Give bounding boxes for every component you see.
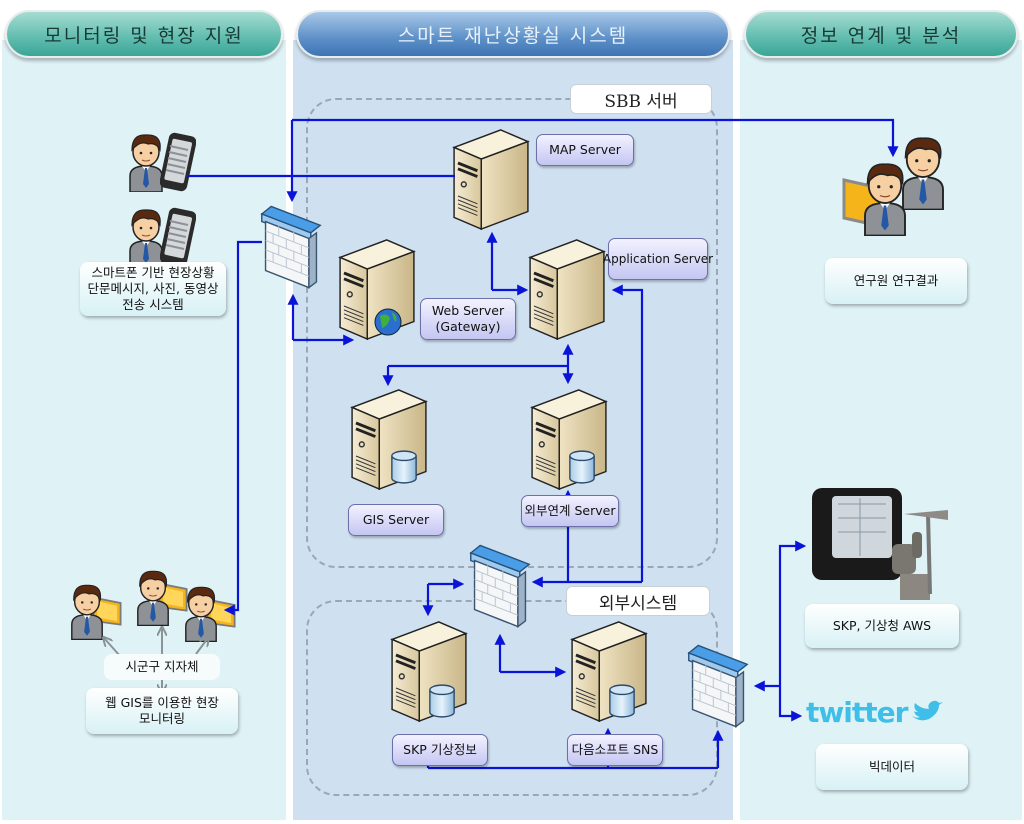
application-server-label: Application Server [603,238,713,280]
skp-weather-label: SKP 기상정보 [392,734,488,766]
external-link-server-label: 외부연계 Server [521,495,619,527]
researchers-icon [838,134,954,242]
smartphone-line3: 전송 시스템 [122,297,184,313]
twitter-bird-icon [911,700,944,720]
research-results-box: 연구원 연구결과 [825,258,967,304]
map-server-icon [452,128,530,234]
firewall-icon-right [685,642,751,734]
firewall-icon-center [467,542,533,634]
gis-server-label: GIS Server [348,504,444,536]
header-monitoring: 모니터링 및 현장 지원 [5,10,283,58]
external-link-server-icon [530,388,608,494]
firewall-icon-left [258,203,324,295]
header-info-analysis: 정보 연계 및 분석 [744,10,1018,58]
sbb-server-label: SBB 서버 [570,84,712,114]
twitter-logo: twitter [806,696,944,729]
webgis-line1: 웹 GIS를 이용한 현장 [105,694,219,710]
web-server-line1: Web Server [431,303,505,319]
gis-server-icon [350,388,428,494]
bigdata-box: 빅데이터 [816,744,968,790]
skp-weather-server-icon [390,620,468,726]
local-gov-worker-icon [182,584,242,646]
map-server-label: MAP Server [536,134,634,166]
web-server-label: Web Server (Gateway) [420,298,516,340]
header-smart-disaster-system: 스마트 재난상황실 시스템 [296,10,730,58]
web-server-icon [338,238,416,344]
local-gov-worker-icon [68,582,128,644]
webgis-line2: 모니터링 [138,711,185,726]
local-gov-label: 시군구 지자체 [104,654,220,680]
skp-aws-box: SKP, 기상청 AWS [805,604,959,648]
application-server-icon [528,238,606,344]
smartphone-system-box: 스마트폰 기반 현장상황 단문메시지, 사진, 동영상 전송 시스템 [80,262,226,316]
web-server-line2: (Gateway) [435,319,501,334]
field-worker-smartphone-icon [126,130,200,198]
twitter-wordmark: twitter [806,696,908,729]
aws-weather-station-icon [808,484,956,608]
daum-sns-label: 다음소프트 SNS [567,734,663,766]
webgis-monitoring-box: 웹 GIS를 이용한 현장 모니터링 [86,688,238,734]
daum-sns-server-icon [570,620,648,726]
smartphone-line2: 단문메시지, 사진, 동영상 [87,280,219,296]
external-system-label: 외부시스템 [566,586,710,616]
smartphone-line1: 스마트폰 기반 현장상황 [91,264,215,280]
